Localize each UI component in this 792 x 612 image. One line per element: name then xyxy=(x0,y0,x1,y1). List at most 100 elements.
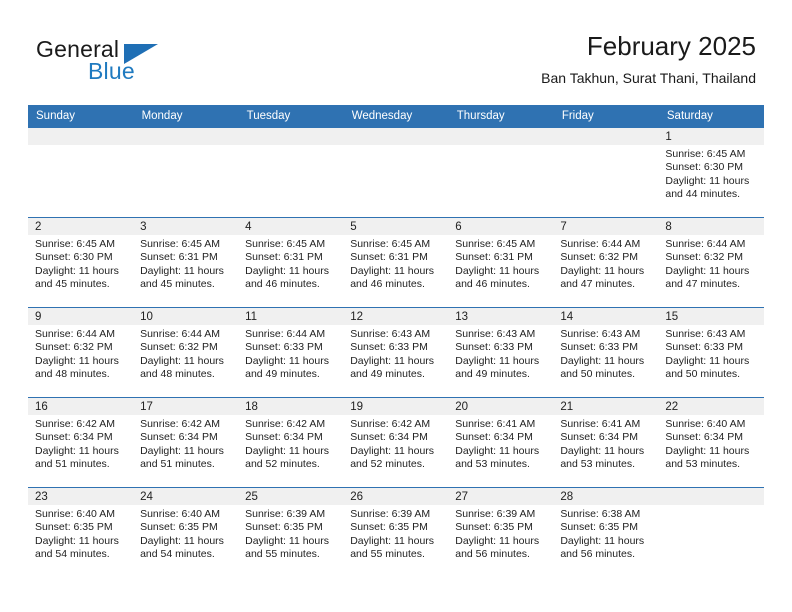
sunset-time: Sunset: 6:34 PM xyxy=(245,431,323,444)
calendar-day-cell[interactable]: 3 Sunrise: 6:45 AM Sunset: 6:31 PM Daylight… xyxy=(133,217,239,308)
calendar-day-cell[interactable]: 19 Sunrise: 6:42 AM Sunset: 6:34 PM Dayligh… xyxy=(343,397,449,488)
calendar-day-cell[interactable]: 15 Sunrise: 6:43 AM Sunset: 6:33 PM Dayligh… xyxy=(658,307,764,398)
calendar-day-cell-empty xyxy=(448,127,554,218)
day-details: Sunrise: 6:44 AM Sunset: 6:32 PM Daylight:… xyxy=(28,325,133,382)
daylight-duration-line1: Daylight: 11 hours xyxy=(350,354,435,367)
daylight-duration-line1: Daylight: 11 hours xyxy=(665,264,750,277)
day-number: 26 xyxy=(343,488,449,505)
daylight-duration-line2: and 54 minutes. xyxy=(140,548,215,561)
day-number: 22 xyxy=(658,398,764,415)
sunset-time: Sunset: 6:33 PM xyxy=(455,341,533,354)
daylight-duration-line1: Daylight: 11 hours xyxy=(35,264,119,277)
sunset-time: Sunset: 6:35 PM xyxy=(140,521,218,534)
day-details: Sunrise: 6:45 AM Sunset: 6:31 PM Daylight:… xyxy=(343,235,448,292)
daylight-duration-line2: and 47 minutes. xyxy=(560,278,636,291)
day-number: 14 xyxy=(553,308,659,325)
calendar-day-cell[interactable]: 11 Sunrise: 6:44 AM Sunset: 6:33 PM Dayligh… xyxy=(238,307,344,398)
sunrise-time: Sunrise: 6:42 AM xyxy=(140,418,221,430)
calendar-day-cell-empty xyxy=(28,127,134,218)
day-number: 12 xyxy=(343,308,449,325)
calendar-day-cell[interactable]: 25 Sunrise: 6:39 AM Sunset: 6:35 PM Dayligh… xyxy=(238,487,344,577)
daylight-duration-line2: and 48 minutes. xyxy=(35,368,110,381)
day-number: 28 xyxy=(553,488,659,505)
day-number: 25 xyxy=(238,488,344,505)
day-details: Sunrise: 6:38 AM Sunset: 6:35 PM Daylight:… xyxy=(553,505,658,562)
daylight-duration-line2: and 49 minutes. xyxy=(245,368,320,381)
calendar-day-cell[interactable]: 13 Sunrise: 6:43 AM Sunset: 6:33 PM Dayligh… xyxy=(448,307,554,398)
calendar-day-cell[interactable]: 17 Sunrise: 6:42 AM Sunset: 6:34 PM Dayligh… xyxy=(133,397,239,488)
daylight-duration-line1: Daylight: 11 hours xyxy=(455,354,540,367)
sunset-time: Sunset: 6:32 PM xyxy=(35,341,113,354)
calendar-day-cell[interactable]: 28 Sunrise: 6:38 AM Sunset: 6:35 PM Dayligh… xyxy=(553,487,659,577)
calendar-day-cell[interactable]: 5 Sunrise: 6:45 AM Sunset: 6:31 PM Daylight… xyxy=(343,217,449,308)
calendar-day-cell-empty xyxy=(238,127,344,218)
sunset-time: Sunset: 6:31 PM xyxy=(350,251,428,264)
sunrise-time: Sunrise: 6:39 AM xyxy=(350,508,431,520)
calendar-day-cell[interactable]: 14 Sunrise: 6:43 AM Sunset: 6:33 PM Dayligh… xyxy=(553,307,659,398)
calendar-day-cell[interactable]: 9 Sunrise: 6:44 AM Sunset: 6:32 PM Daylight… xyxy=(28,307,134,398)
calendar-day-cell[interactable]: 18 Sunrise: 6:42 AM Sunset: 6:34 PM Dayligh… xyxy=(238,397,344,488)
day-number: 10 xyxy=(133,308,239,325)
day-number: 18 xyxy=(238,398,344,415)
day-details: Sunrise: 6:44 AM Sunset: 6:32 PM Daylight:… xyxy=(553,235,658,292)
calendar-day-cell[interactable]: 22 Sunrise: 6:40 AM Sunset: 6:34 PM Dayligh… xyxy=(658,397,764,488)
day-details: Sunrise: 6:44 AM Sunset: 6:32 PM Daylight:… xyxy=(658,235,763,292)
daylight-duration-line2: and 51 minutes. xyxy=(35,458,110,471)
daylight-duration-line1: Daylight: 11 hours xyxy=(665,354,750,367)
day-number: 13 xyxy=(448,308,554,325)
calendar-day-cell[interactable]: 23 Sunrise: 6:40 AM Sunset: 6:35 PM Dayligh… xyxy=(28,487,134,577)
day-number: 3 xyxy=(133,218,239,235)
calendar-day-cell[interactable]: 10 Sunrise: 6:44 AM Sunset: 6:32 PM Dayligh… xyxy=(133,307,239,398)
sunrise-time: Sunrise: 6:40 AM xyxy=(140,508,221,520)
daylight-duration-line2: and 45 minutes. xyxy=(140,278,215,291)
daylight-duration-line1: Daylight: 11 hours xyxy=(455,264,540,277)
daylight-duration-line2: and 54 minutes. xyxy=(35,548,110,561)
day-number: 8 xyxy=(658,218,764,235)
sunrise-time: Sunrise: 6:43 AM xyxy=(455,328,536,340)
day-details: Sunrise: 6:42 AM Sunset: 6:34 PM Daylight:… xyxy=(28,415,133,472)
daylight-duration-line1: Daylight: 11 hours xyxy=(560,444,645,457)
weekday-header-wednesday: Wednesday xyxy=(343,105,449,128)
daylight-duration-line2: and 53 minutes. xyxy=(560,458,636,471)
calendar-day-cell[interactable]: 27 Sunrise: 6:39 AM Sunset: 6:35 PM Dayligh… xyxy=(448,487,554,577)
calendar-day-cell[interactable]: 8 Sunrise: 6:44 AM Sunset: 6:32 PM Daylight… xyxy=(658,217,764,308)
calendar-day-cell[interactable]: 12 Sunrise: 6:43 AM Sunset: 6:33 PM Dayligh… xyxy=(343,307,449,398)
daylight-duration-line2: and 50 minutes. xyxy=(665,368,741,381)
calendar-day-cell[interactable]: 7 Sunrise: 6:44 AM Sunset: 6:32 PM Daylight… xyxy=(553,217,659,308)
day-number: 19 xyxy=(343,398,449,415)
calendar-week-row: 1 Sunrise: 6:45 AM Sunset: 6:30 PM Daylight… xyxy=(28,127,764,218)
calendar-day-cell[interactable]: 1 Sunrise: 6:45 AM Sunset: 6:30 PM Daylight… xyxy=(658,127,764,218)
daylight-duration-line2: and 49 minutes. xyxy=(350,368,425,381)
daylight-duration-line2: and 46 minutes. xyxy=(350,278,425,291)
sunset-time: Sunset: 6:31 PM xyxy=(140,251,218,264)
calendar-day-cell[interactable]: 26 Sunrise: 6:39 AM Sunset: 6:35 PM Dayligh… xyxy=(343,487,449,577)
weekday-header-tuesday: Tuesday xyxy=(238,105,344,128)
calendar-day-cell[interactable]: 4 Sunrise: 6:45 AM Sunset: 6:31 PM Daylight… xyxy=(238,217,344,308)
day-details: Sunrise: 6:43 AM Sunset: 6:33 PM Daylight:… xyxy=(448,325,553,382)
weekday-header-friday: Friday xyxy=(553,105,659,128)
daylight-duration-line2: and 52 minutes. xyxy=(350,458,425,471)
day-details: Sunrise: 6:42 AM Sunset: 6:34 PM Daylight:… xyxy=(238,415,343,472)
daylight-duration-line2: and 48 minutes. xyxy=(140,368,215,381)
calendar-day-cell[interactable]: 6 Sunrise: 6:45 AM Sunset: 6:31 PM Daylight… xyxy=(448,217,554,308)
calendar-day-cell[interactable]: 2 Sunrise: 6:45 AM Sunset: 6:30 PM Daylight… xyxy=(28,217,134,308)
day-number xyxy=(658,488,764,505)
generalblue-logo[interactable]: General Blue xyxy=(36,36,186,86)
sunrise-time: Sunrise: 6:39 AM xyxy=(455,508,536,520)
calendar-day-cell[interactable]: 16 Sunrise: 6:42 AM Sunset: 6:34 PM Dayligh… xyxy=(28,397,134,488)
day-number: 17 xyxy=(133,398,239,415)
day-details: Sunrise: 6:39 AM Sunset: 6:35 PM Daylight:… xyxy=(448,505,553,562)
day-number xyxy=(133,128,239,145)
sunrise-time: Sunrise: 6:44 AM xyxy=(665,238,746,250)
daylight-duration-line2: and 51 minutes. xyxy=(140,458,215,471)
daylight-duration-line1: Daylight: 11 hours xyxy=(350,444,435,457)
calendar-day-cell[interactable]: 20 Sunrise: 6:41 AM Sunset: 6:34 PM Dayligh… xyxy=(448,397,554,488)
calendar-day-cell[interactable]: 21 Sunrise: 6:41 AM Sunset: 6:34 PM Dayligh… xyxy=(553,397,659,488)
sunset-time: Sunset: 6:34 PM xyxy=(350,431,428,444)
calendar-day-cell[interactable]: 24 Sunrise: 6:40 AM Sunset: 6:35 PM Dayligh… xyxy=(133,487,239,577)
sunrise-time: Sunrise: 6:45 AM xyxy=(350,238,431,250)
daylight-duration-line2: and 55 minutes. xyxy=(350,548,425,561)
daylight-duration-line1: Daylight: 11 hours xyxy=(350,534,435,547)
sunrise-time: Sunrise: 6:45 AM xyxy=(35,238,115,250)
calendar-day-cell-empty xyxy=(658,487,764,577)
